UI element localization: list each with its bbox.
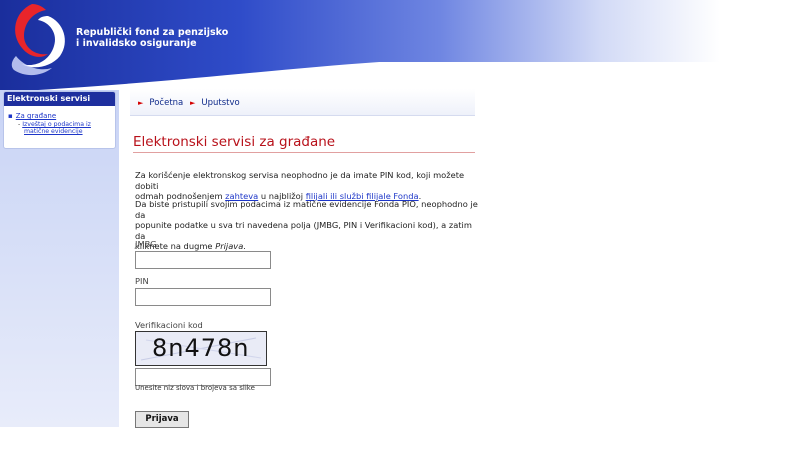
breadcrumb-label: Uputstvo — [201, 98, 240, 108]
page-title: Elektronski servisi za građane — [133, 134, 336, 150]
instructions-paragraph: Da biste pristupili svojim podacima iz m… — [135, 199, 480, 252]
intro-line1: Za korišćenje elektronskog servisa neoph… — [135, 170, 465, 191]
title-divider — [133, 152, 475, 153]
arrow-right-icon: ► — [138, 99, 144, 107]
sidebar-title: Elektronski servisi — [4, 92, 115, 106]
breadcrumb-label: Početna — [149, 98, 184, 108]
sidebar-subitem-izvestaj[interactable]: - Izveštaj o podacima iz matične evidenc… — [18, 121, 115, 135]
sidebar-menu: Elektronski servisi ▪ Za građane - Izvešt… — [3, 91, 116, 149]
instructions-line2: popunite podatke u sva tri navedena polj… — [135, 220, 472, 241]
verification-label: Verifikacioni kod — [135, 320, 203, 330]
pin-label: PIN — [135, 276, 149, 286]
bullet-icon: ▪ — [8, 112, 13, 120]
captcha-text: 8n478n — [152, 334, 250, 362]
site-header: Republički fond za penzijsko i invalidsk… — [0, 0, 800, 102]
jmbg-input[interactable] — [135, 251, 271, 269]
sidebar-item-label: Za građane — [15, 112, 57, 120]
breadcrumb-item-uputstvo[interactable]: ► Uputstvo — [190, 98, 240, 108]
breadcrumb: ► Početna ► Uputstvo — [130, 89, 475, 116]
arrow-right-icon: ► — [190, 99, 196, 107]
instructions-emphasis: Prijava — [215, 241, 244, 251]
intro-paragraph: Za korišćenje elektronskog servisa neoph… — [135, 170, 480, 202]
organization-name-line1: Republički fond za penzijsko — [76, 27, 229, 38]
pin-input[interactable] — [135, 288, 271, 306]
organization-name: Republički fond za penzijsko i invalidsk… — [76, 27, 228, 49]
breadcrumb-item-pocetna[interactable]: ► Početna — [138, 98, 183, 108]
jmbg-label: JMBG — [135, 239, 157, 249]
instructions-line1: Da biste pristupili svojim podacima iz m… — [135, 199, 478, 220]
instructions-line3-end: . — [243, 241, 246, 251]
captcha-image: 8n478n — [135, 331, 267, 366]
sidebar-item-za-gradjane[interactable]: ▪ Za građane — [8, 112, 115, 120]
verification-hint: Unesite niz slova i brojeva sa slike — [135, 384, 255, 392]
organization-name-line2: i invalidsko osiguranje — [76, 38, 197, 49]
sidebar-subitem-label-line2: matične evidencije — [24, 128, 83, 135]
sidebar-subitem-label-line1: Izveštaj o podacima iz — [22, 121, 91, 128]
login-button[interactable]: Prijava — [135, 411, 189, 428]
